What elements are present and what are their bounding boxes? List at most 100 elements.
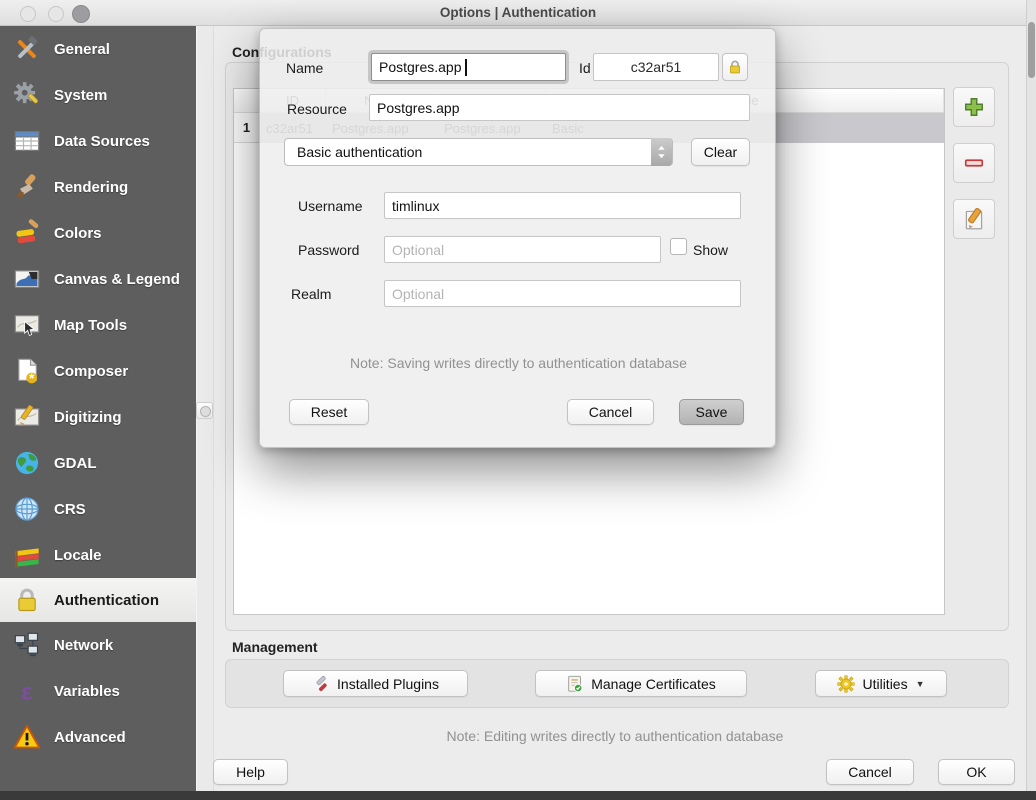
sidebar-item-label: Map Tools [54, 317, 127, 334]
save-button[interactable]: Save [679, 399, 744, 425]
sidebar-item-general[interactable]: General [0, 26, 196, 72]
button-label: Utilities [862, 676, 907, 692]
realm-input[interactable] [384, 280, 741, 307]
sidebar-item-digitizing[interactable]: Digitizing [0, 394, 196, 440]
sidebar-item-data-sources[interactable]: Data Sources [0, 118, 196, 164]
paintbrush-icon [13, 173, 41, 201]
sidebar-splitter [196, 26, 214, 800]
auth-method-select[interactable]: Basic authentication [284, 138, 673, 166]
map-cursor-icon [13, 311, 41, 339]
button-label: Cancel [848, 764, 892, 780]
screen-bottom-edge [0, 791, 1036, 800]
options-sidebar: General System Data Sources Rendering Co… [0, 26, 196, 800]
sidebar-item-rendering[interactable]: Rendering [0, 164, 196, 210]
editing-note: Note: Editing writes directly to authent… [214, 728, 1016, 744]
installed-plugins-button[interactable]: Installed Plugins [283, 670, 468, 697]
edit-authentication-dialog: Name Id Resource Basic authentication Cl… [259, 28, 776, 448]
password-input[interactable] [384, 236, 661, 263]
name-input[interactable] [371, 53, 566, 81]
edit-configuration-button[interactable] [953, 199, 995, 239]
button-label: Save [696, 404, 728, 420]
add-configuration-button[interactable] [953, 87, 995, 127]
table-icon [13, 127, 41, 155]
realm-label: Realm [291, 286, 331, 302]
manage-certificates-button[interactable]: Manage Certificates [535, 670, 747, 697]
warning-triangle-icon [13, 723, 41, 751]
sidebar-item-label: Variables [54, 683, 120, 700]
id-label: Id [579, 60, 591, 76]
saving-note: Note: Saving writes directly to authenti… [260, 355, 777, 371]
button-label: Manage Certificates [591, 676, 716, 692]
minus-icon [963, 152, 985, 174]
clear-button[interactable]: Clear [691, 138, 750, 166]
password-label: Password [298, 242, 359, 258]
color-swatches-icon [13, 219, 41, 247]
globe-icon [13, 449, 41, 477]
tools-icon [13, 35, 41, 63]
svg-text:ε: ε [21, 679, 33, 705]
sidebar-item-label: Colors [54, 225, 102, 242]
resource-label: Resource [287, 101, 347, 117]
sidebar-item-system[interactable]: System [0, 72, 196, 118]
gear-wrench-icon [13, 81, 41, 109]
sidebar-item-locale[interactable]: Locale [0, 532, 196, 578]
id-lock-button[interactable] [722, 53, 748, 81]
reset-button[interactable]: Reset [289, 399, 369, 425]
selected-method: Basic authentication [297, 144, 422, 160]
sidebar-item-label: CRS [54, 501, 86, 518]
scrollbar-thumb[interactable] [1028, 22, 1035, 78]
utilities-button[interactable]: Utilities ▼ [815, 670, 947, 697]
cancel-button[interactable]: Cancel [826, 759, 914, 785]
show-label: Show [693, 242, 728, 258]
epsilon-icon: ε [13, 677, 41, 705]
globe-grid-icon [13, 495, 41, 523]
map-canvas-icon [13, 265, 41, 293]
flag-stripes-icon [13, 541, 41, 569]
ok-button[interactable]: OK [938, 759, 1015, 785]
management-heading: Management [232, 639, 318, 655]
title-bar: Options | Authentication [0, 0, 1036, 26]
sidebar-item-crs[interactable]: CRS [0, 486, 196, 532]
window-scrollbar[interactable] [1026, 0, 1036, 800]
svg-text:*: * [29, 370, 35, 385]
sidebar-item-label: Advanced [54, 729, 126, 746]
sidebar-item-authentication[interactable]: Authentication [0, 578, 214, 622]
plus-icon [963, 96, 985, 118]
sidebar-item-label: Locale [54, 547, 102, 564]
sidebar-item-map-tools[interactable]: Map Tools [0, 302, 196, 348]
show-password-checkbox[interactable] [670, 238, 687, 255]
username-input[interactable] [384, 192, 741, 219]
id-input[interactable] [593, 53, 719, 81]
window-title: Options | Authentication [0, 5, 1036, 20]
sidebar-item-label: Digitizing [54, 409, 122, 426]
splitter-handle[interactable] [196, 402, 213, 419]
network-computers-icon [13, 631, 41, 659]
options-window: Options | Authentication General System … [0, 0, 1036, 800]
dropdown-arrow-icon: ▼ [916, 679, 925, 689]
username-label: Username [298, 198, 363, 214]
text-caret [465, 59, 467, 76]
gear-icon [837, 675, 855, 693]
help-button[interactable]: Help [213, 759, 288, 785]
sidebar-item-label: Network [54, 637, 113, 654]
sidebar-item-canvas-legend[interactable]: Canvas & Legend [0, 256, 196, 302]
sidebar-item-advanced[interactable]: Advanced [0, 714, 196, 760]
map-pencil-icon [13, 403, 41, 431]
wrench-icon [312, 675, 330, 693]
row-number-header[interactable] [234, 89, 260, 112]
sidebar-item-colors[interactable]: Colors [0, 210, 196, 256]
sidebar-item-composer[interactable]: * Composer [0, 348, 196, 394]
remove-configuration-button[interactable] [953, 143, 995, 183]
sidebar-item-label: Canvas & Legend [54, 271, 180, 288]
sidebar-item-gdal[interactable]: GDAL [0, 440, 196, 486]
button-label: Clear [704, 144, 737, 160]
sidebar-item-network[interactable]: Network [0, 622, 196, 668]
resource-input[interactable] [369, 94, 750, 121]
name-label: Name [286, 60, 323, 76]
sidebar-item-label: System [54, 87, 107, 104]
lock-icon [727, 59, 743, 75]
dialog-cancel-button[interactable]: Cancel [567, 399, 654, 425]
button-label: Installed Plugins [337, 676, 439, 692]
sidebar-item-variables[interactable]: ε Variables [0, 668, 196, 714]
button-label: Reset [311, 404, 348, 420]
